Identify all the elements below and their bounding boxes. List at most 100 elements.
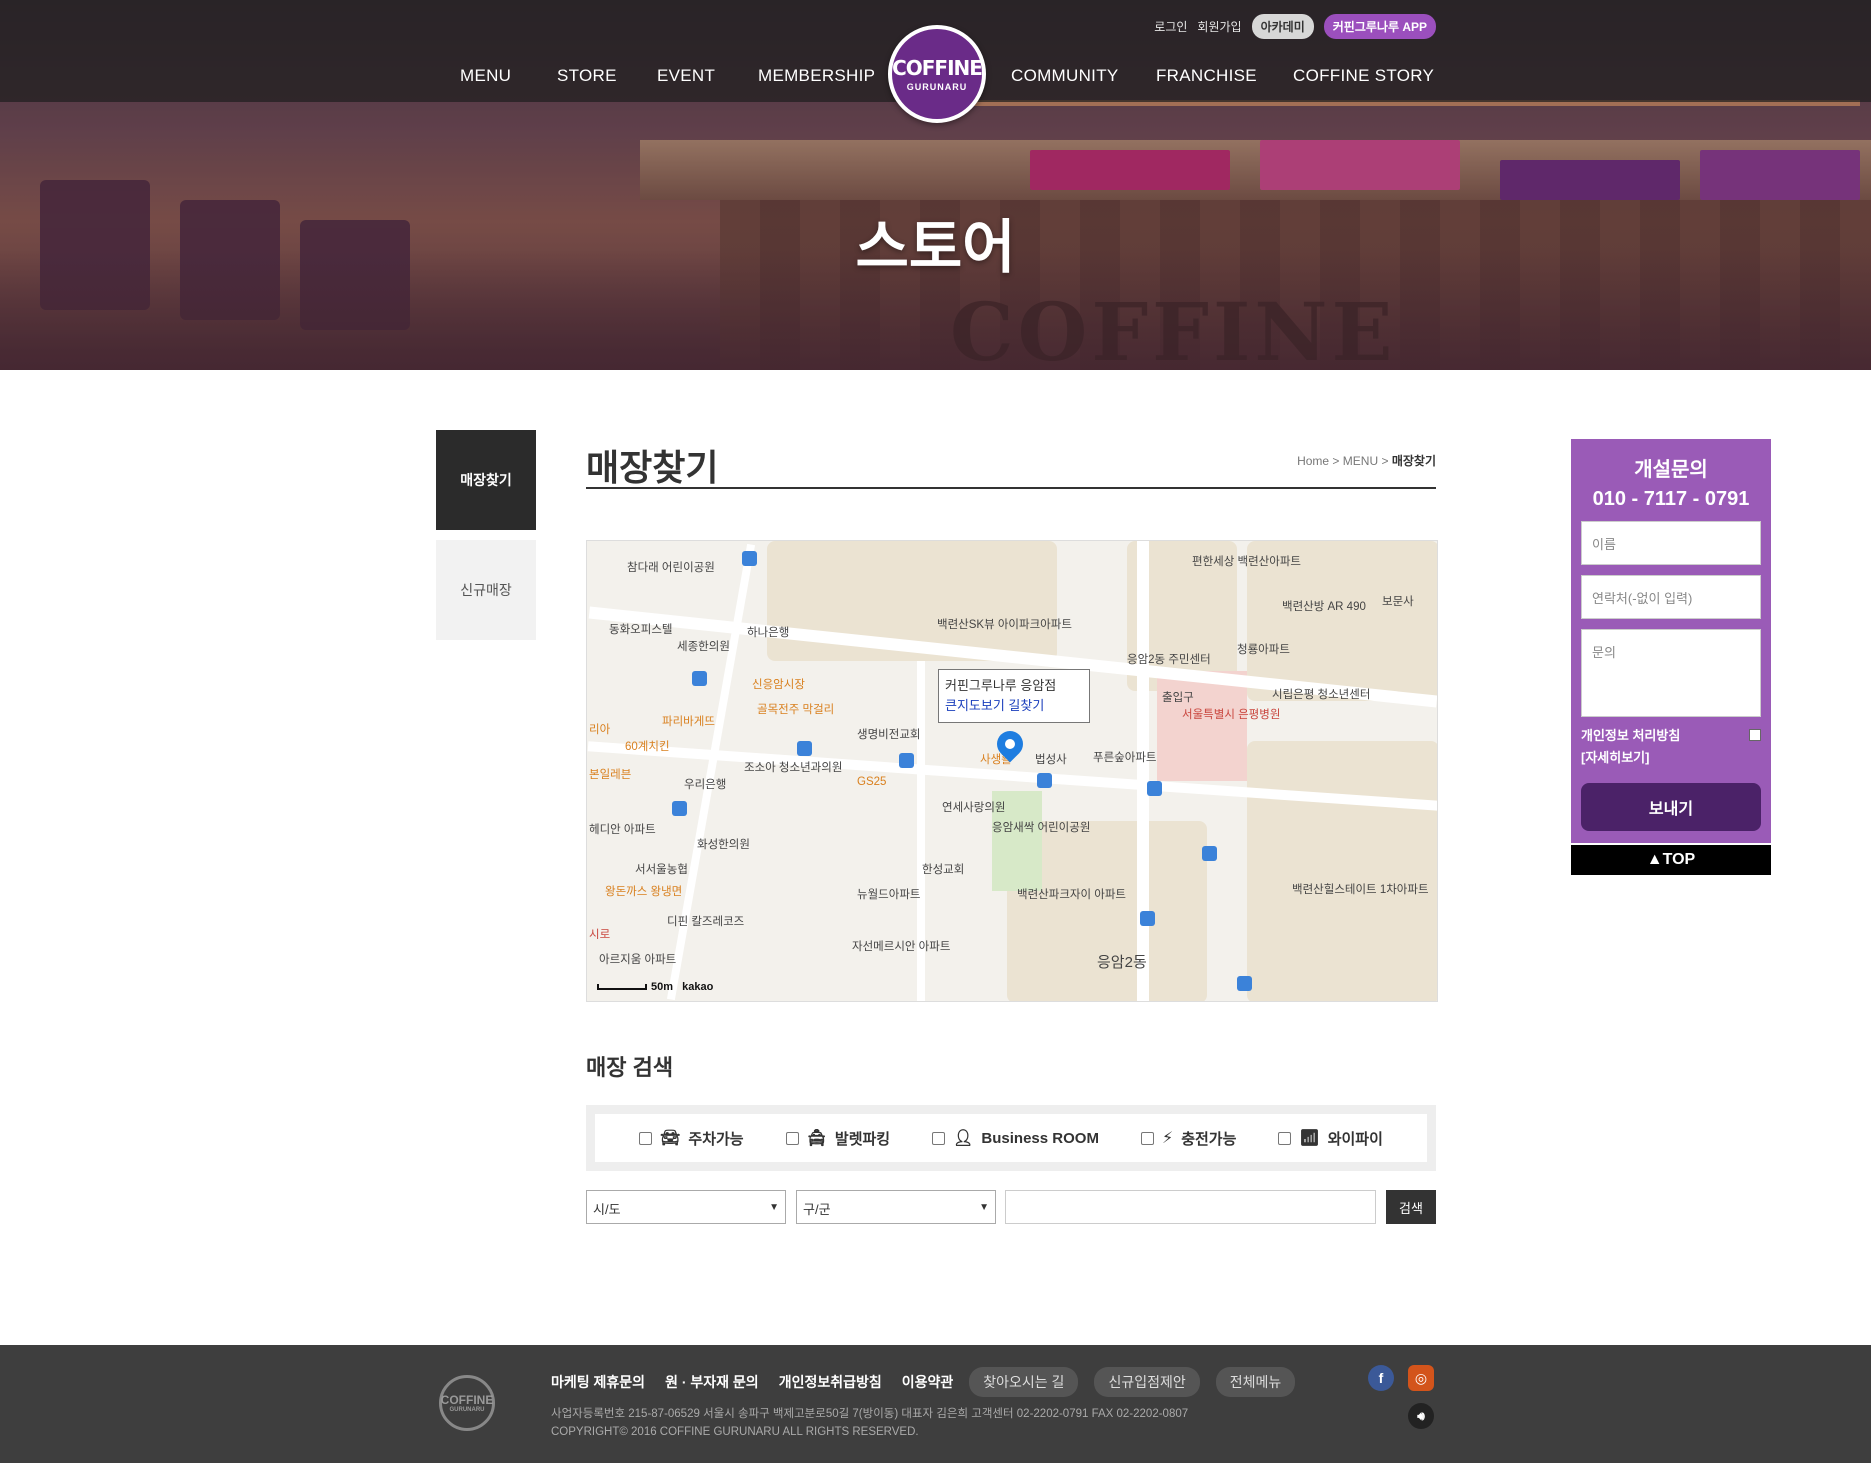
wifi-checkbox[interactable] <box>1278 1131 1292 1145</box>
search-button[interactable]: 검색 <box>1386 1190 1436 1224</box>
valet-icon: 🚖︎ <box>806 1130 827 1147</box>
footer-new-store-button[interactable]: 신규입점제안 <box>1094 1367 1200 1397</box>
academy-button[interactable]: 아카데미 <box>1251 14 1314 39</box>
business-room-checkbox[interactable] <box>932 1131 946 1145</box>
filter-charging[interactable]: ⚡︎ 충전가능 <box>1140 1128 1237 1149</box>
chevron-down-icon: ▼ <box>769 1202 779 1213</box>
bus-stop-icon <box>692 671 707 686</box>
side-nav-find-store[interactable]: 매장찾기 <box>436 430 536 530</box>
login-link[interactable]: 로그인 <box>1154 18 1187 35</box>
map-label: 한성교회 <box>922 864 965 876</box>
scroll-top-button[interactable]: ▲TOP <box>1571 845 1771 875</box>
inquiry-phone: 010 - 7117 - 0791 <box>1592 488 1750 510</box>
map-label: 연세사랑의원 <box>942 802 1006 814</box>
filter-label: 와이파이 <box>1327 1130 1383 1148</box>
map-label: 하나은행 <box>747 627 790 639</box>
map-label: 디핀 칼즈레코즈 <box>667 916 745 928</box>
privacy-row: 개인정보 처리방침 [자세히보기] <box>1581 725 1761 769</box>
sido-select[interactable]: 시/도 ▼ <box>586 1190 786 1224</box>
map-label: 리아 <box>589 724 611 736</box>
filter-box: 🚘︎ 주차가능 🚖︎ 발렛파킹 👤︎ Business ROOM ⚡︎ 충전가능 <box>586 1105 1436 1171</box>
breadcrumb-current: 매장찾기 <box>1391 454 1436 468</box>
parking-checkbox[interactable] <box>639 1131 653 1145</box>
filter-wifi[interactable]: 📶︎ 와이파이 <box>1278 1128 1383 1149</box>
privacy-checkbox[interactable] <box>1749 729 1761 741</box>
map-info-window[interactable]: 커핀그루나루 응암점 큰지도보기 길찾기 <box>938 669 1090 723</box>
privacy-label: 개인정보 처리방침 <box>1581 728 1681 743</box>
bus-stop-icon <box>742 551 757 566</box>
breadcrumb-home[interactable]: Home <box>1297 454 1329 468</box>
footer-copyright: COPYRIGHT© 2016 COFFINE GURUNARU ALL RIG… <box>551 1426 919 1438</box>
sido-value: 시/도 <box>593 1202 621 1217</box>
sound-icon[interactable]: 🔊︎ <box>1408 1403 1434 1429</box>
filter-label: 충전가능 <box>1181 1130 1237 1148</box>
map-label: 자선메르시안 아파트 <box>852 941 951 953</box>
footer-full-menu-button[interactable]: 전체메뉴 <box>1215 1367 1296 1397</box>
map-label: 파리바게뜨 <box>662 716 715 728</box>
gugun-select[interactable]: 구/군 ▼ <box>796 1190 996 1224</box>
send-button[interactable]: 보내기 <box>1581 783 1761 831</box>
map-label: 응암2동 <box>1097 954 1147 971</box>
map-hospital-area <box>1157 671 1247 781</box>
filter-valet[interactable]: 🚖︎ 발렛파킹 <box>785 1128 890 1149</box>
app-button[interactable]: 커핀그루나루 APP <box>1323 14 1436 39</box>
plug-icon: ⚡︎ <box>1161 1130 1174 1147</box>
valet-checkbox[interactable] <box>785 1131 799 1145</box>
nav-menu[interactable]: MENU <box>460 66 511 86</box>
store-map[interactable]: 참다래 어린이공원 동화오피스텔 세종한의원 하나은행 백련산SK뷰 아이파크아… <box>586 540 1438 1002</box>
instagram-icon[interactable]: ◎ <box>1408 1365 1434 1391</box>
nav-coffine-story[interactable]: COFFINE STORY <box>1293 66 1434 86</box>
map-label: 보문사 <box>1382 596 1414 608</box>
map-label: 본일레븐 <box>589 769 632 781</box>
footer-company-info: 사업자등록번호 215-87-06529 서울시 송파구 백제고분로50길 7(… <box>551 1408 1189 1420</box>
info-store-name: 커핀그루나루 응암점 <box>945 678 1057 693</box>
footer-link-privacy[interactable]: 개인정보취급방침 <box>779 1372 882 1392</box>
map-label: 왕돈까스 왕냉면 <box>605 886 683 898</box>
utility-links: 로그인 회원가입 아카데미 커핀그루나루 APP <box>1154 14 1436 39</box>
bus-stop-icon <box>899 753 914 768</box>
footer-link-terms[interactable]: 이용약관 <box>902 1372 954 1392</box>
scale-label: 50m <box>651 981 674 993</box>
map-scale: 50m kakao <box>597 981 713 993</box>
nav-membership[interactable]: MEMBERSHIP <box>758 66 875 86</box>
message-textarea[interactable]: 문의 <box>1581 629 1761 717</box>
chevron-down-icon: ▼ <box>979 1202 989 1213</box>
map-label: 서울특별시 은평병원 <box>1182 709 1281 721</box>
filter-business-room[interactable]: 👤︎ Business ROOM <box>932 1128 1099 1148</box>
side-nav-new-store[interactable]: 신규매장 <box>436 540 536 640</box>
map-label: 시로 <box>589 929 611 941</box>
car-icon: 🚘︎ <box>660 1130 681 1147</box>
map-label: 60계치킨 <box>625 741 670 753</box>
footer: COFFINE GURUNARU 마케팅 제휴문의 원 · 부자재 문의 개인정… <box>0 1345 1871 1463</box>
footer-link-marketing[interactable]: 마케팅 제휴문의 <box>551 1372 645 1392</box>
footer-link-materials[interactable]: 원 · 부자재 문의 <box>665 1372 759 1392</box>
breadcrumb-sep: > <box>1332 454 1340 468</box>
footer-logo-subtext: GURUNARU <box>449 1407 485 1413</box>
page-header: 매장찾기 Home > MENU > 매장찾기 <box>586 430 1436 489</box>
info-links[interactable]: 큰지도보기 길찾기 <box>945 696 1083 716</box>
name-input[interactable]: 이름 <box>1581 521 1761 565</box>
charging-checkbox[interactable] <box>1140 1131 1154 1145</box>
facebook-icon[interactable]: f <box>1368 1365 1394 1391</box>
nav-community[interactable]: COMMUNITY <box>1011 66 1119 86</box>
bus-stop-icon <box>1147 781 1162 796</box>
map-label: 조소아 청소년과의원 <box>744 762 843 774</box>
breadcrumb-menu[interactable]: MENU <box>1343 454 1378 468</box>
bus-stop-icon <box>1202 846 1217 861</box>
keyword-input[interactable] <box>1005 1190 1376 1224</box>
signup-link[interactable]: 회원가입 <box>1197 18 1241 35</box>
privacy-more-link[interactable]: [자세히보기] <box>1581 747 1761 769</box>
filter-options: 🚘︎ 주차가능 🚖︎ 발렛파킹 👤︎ Business ROOM ⚡︎ 충전가능 <box>595 1114 1427 1162</box>
map-label: 신응암시장 <box>752 679 805 691</box>
nav-store[interactable]: STORE <box>557 66 617 86</box>
nav-event[interactable]: EVENT <box>657 66 715 86</box>
filter-parking[interactable]: 🚘︎ 주차가능 <box>639 1128 744 1149</box>
nav-franchise[interactable]: FRANCHISE <box>1156 66 1257 86</box>
breadcrumb: Home > MENU > 매장찾기 <box>1297 452 1436 469</box>
side-nav: 매장찾기 신규매장 <box>436 430 536 650</box>
brand-logo[interactable]: COFFINE GURUNARU <box>888 25 986 123</box>
footer-directions-button[interactable]: 찾아오시는 길 <box>969 1367 1079 1397</box>
footer-logo-text: COFFINE <box>440 1393 494 1407</box>
contact-input[interactable]: 연락처(-없이 입력) <box>1581 575 1761 619</box>
map-label: 시립은평 청소년센터 <box>1272 689 1371 701</box>
